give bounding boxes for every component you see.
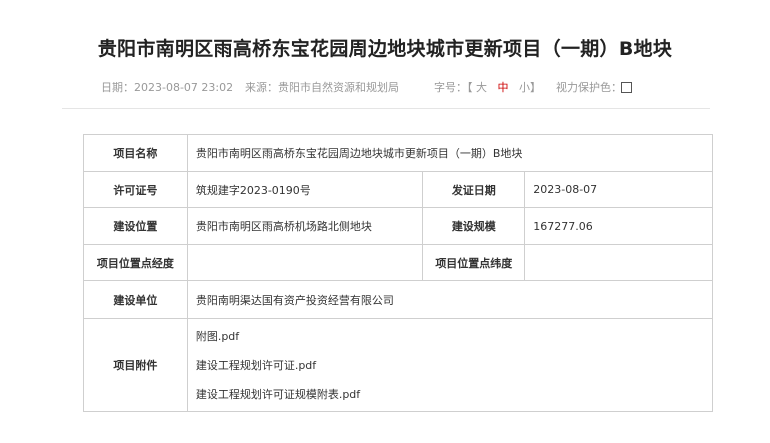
issue-date-label: 发证日期 <box>422 171 526 208</box>
permit-no-label: 许可证号 <box>83 171 188 208</box>
page-title: 贵阳市南明区雨高桥东宝花园周边地块城市更新项目（一期）B地块 <box>97 38 673 60</box>
font-size-label: 字号： <box>434 81 467 94</box>
scale-label: 建设规模 <box>422 207 526 245</box>
project-name-value: 贵阳市南明区雨高桥东宝花园周边地块城市更新项目（一期）B地块 <box>186 134 714 172</box>
table-row: 项目名称 贵阳市南明区雨高桥东宝花园周边地块城市更新项目（一期）B地块 <box>83 134 714 172</box>
table-row: 建设位置 贵阳市南明区雨高桥机场路北侧地块 建设规模 167277.06 <box>83 207 713 245</box>
eye-protect-label: 视力保护色： <box>556 81 622 94</box>
swatch-white[interactable] <box>621 82 632 93</box>
table-row: 许可证号 筑规建字2023-0190号 发证日期 2023-08-07 <box>83 171 713 208</box>
font-large-link[interactable]: 大 <box>476 81 487 94</box>
article-meta: 日期：2023-08-07 23:02 来源：贵阳市自然资源和规划局 字号：【 … <box>0 77 770 95</box>
latitude-value <box>524 244 713 281</box>
table-row: 项目附件 附图.pdf 建设工程规划许可证.pdf 建设工程规划许可证规模附表.… <box>83 318 714 412</box>
project-name-label: 项目名称 <box>83 134 188 172</box>
attachments-label: 项目附件 <box>83 318 188 412</box>
header-divider <box>62 108 710 109</box>
table-row: 项目位置点经度 项目位置点纬度 <box>83 244 713 281</box>
issue-date-value: 2023-08-07 <box>524 171 713 208</box>
longitude-label: 项目位置点经度 <box>83 244 188 281</box>
attachments-list: 附图.pdf 建设工程规划许可证.pdf 建设工程规划许可证规模附表.pdf <box>186 318 714 412</box>
unit-value: 贵阳南明渠达国有资产投资经营有限公司 <box>186 280 714 319</box>
attachment-link[interactable]: 建设工程规划许可证.pdf <box>196 359 316 372</box>
location-value: 贵阳市南明区雨高桥机场路北侧地块 <box>186 207 424 245</box>
source: 来源：贵阳市自然资源和规划局 <box>245 81 399 94</box>
bracket-close: 】 <box>530 81 541 94</box>
font-small-link[interactable]: 小 <box>519 81 530 94</box>
font-size-control: 字号：【 大 中 小】 <box>434 79 541 95</box>
latitude-label: 项目位置点纬度 <box>422 244 526 281</box>
scale-value: 167277.06 <box>524 207 713 245</box>
publish-date: 日期：2023-08-07 23:02 <box>101 81 234 94</box>
project-info-table: 项目名称 贵阳市南明区雨高桥东宝花园周边地块城市更新项目（一期）B地块 许可证号… <box>83 134 714 412</box>
location-label: 建设位置 <box>83 207 188 245</box>
font-medium-link[interactable]: 中 <box>498 81 509 94</box>
attachment-link[interactable]: 建设工程规划许可证规模附表.pdf <box>196 388 360 401</box>
longitude-value <box>186 244 424 281</box>
unit-label: 建设单位 <box>83 280 188 319</box>
table-row: 建设单位 贵阳南明渠达国有资产投资经营有限公司 <box>83 280 714 319</box>
permit-no-value: 筑规建字2023-0190号 <box>186 171 424 208</box>
bracket-open: 【 <box>467 81 473 94</box>
attachment-link[interactable]: 附图.pdf <box>196 330 239 343</box>
